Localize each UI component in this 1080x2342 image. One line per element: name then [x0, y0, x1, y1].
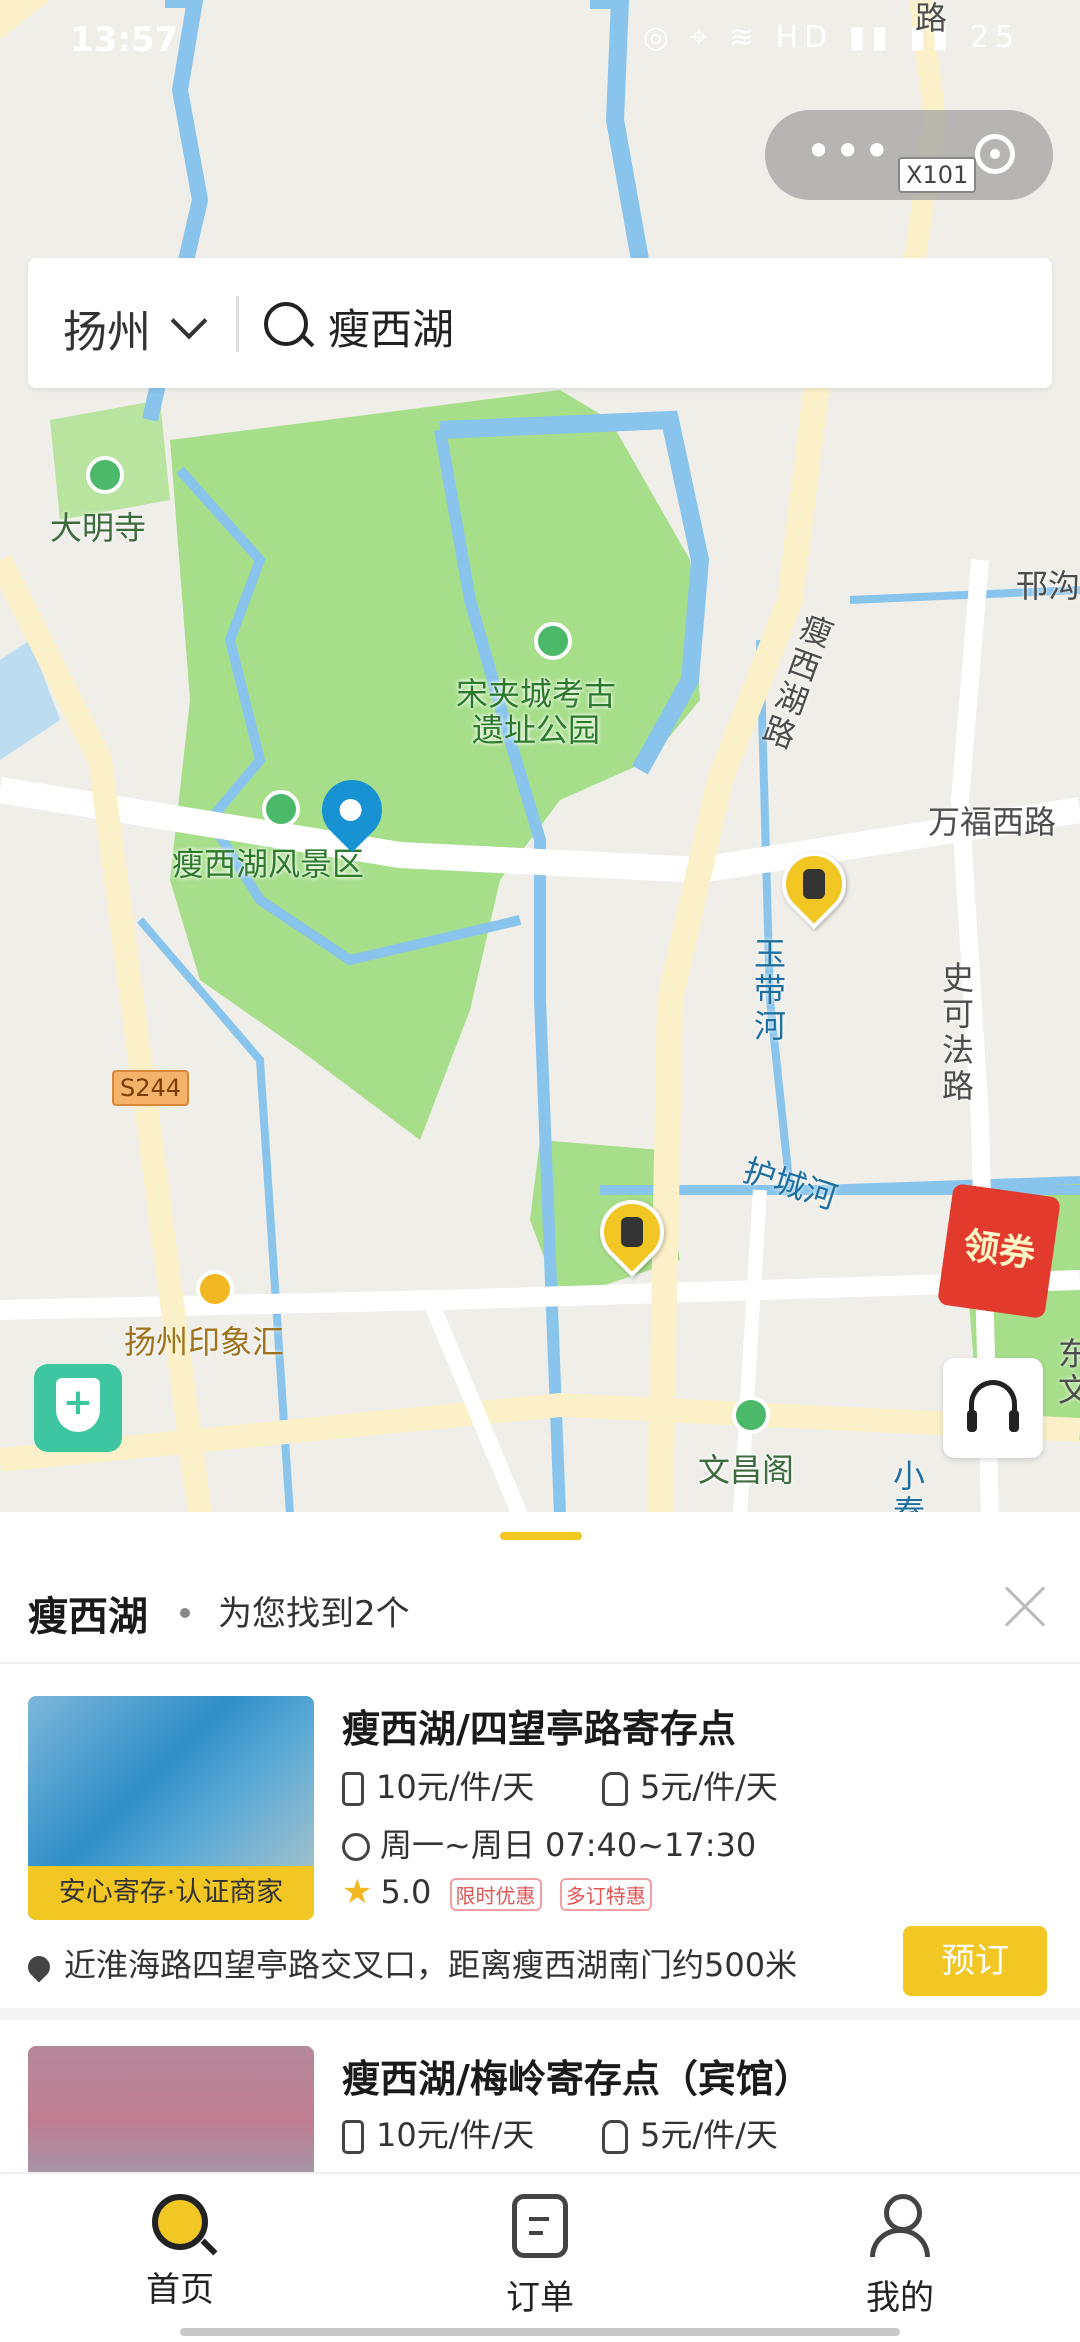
- map-label-song-ruins[interactable]: 宋夹城考古 遗址公园: [456, 676, 616, 748]
- book-button[interactable]: 预订: [903, 1926, 1047, 1996]
- camera-poi-icon[interactable]: [262, 790, 300, 828]
- hours-row: 周一~周日 07:40~17:30: [342, 1820, 756, 1866]
- map-label-handou-road: 邗沟: [1016, 567, 1080, 605]
- bag-price: 5元/件/天: [640, 2116, 778, 2154]
- user-icon: [870, 2194, 930, 2258]
- mall-poi-icon[interactable]: [196, 1270, 234, 1308]
- map-canvas: [0, 0, 1080, 1515]
- search-home-icon: [152, 2194, 208, 2250]
- backpack-icon: [602, 2120, 628, 2154]
- headset-left-icon: [967, 1410, 977, 1432]
- results-sheet[interactable]: 瘦西湖 为您找到2个 安心寄存·认证商家 瘦西湖/四望亭路寄存点 10元/件/天…: [0, 1512, 1080, 2196]
- chevron-down-icon[interactable]: [170, 302, 208, 340]
- certified-badge: 安心寄存·认证商家: [28, 1866, 314, 1920]
- tab-orders[interactable]: 订单: [440, 2194, 640, 2319]
- tab-me-label: 我的: [866, 2278, 934, 2318]
- luggage-price: 10元/件/天: [376, 2116, 535, 2154]
- map-label-shikefa-road: 史可法路: [941, 959, 974, 1105]
- tab-me[interactable]: 我的: [800, 2194, 1000, 2319]
- luggage-price: 10元/件/天: [376, 1768, 535, 1806]
- road-badge-s244: S244: [112, 1070, 190, 1106]
- star-icon: ★: [342, 1872, 373, 1912]
- luggage-icon: [342, 1772, 364, 1806]
- status-time: 13:57: [70, 20, 179, 60]
- rating-row: ★ 5.0 限时优惠 多订特惠: [342, 1872, 652, 1912]
- customer-service-button[interactable]: [943, 1358, 1043, 1458]
- bottom-tab-bar: 首页 订单 我的: [0, 2172, 1080, 2342]
- road-badge-x101: X101: [898, 157, 977, 193]
- camera-poi-icon[interactable]: [86, 456, 124, 494]
- park-poi-icon[interactable]: [534, 622, 572, 660]
- results-keyword: 瘦西湖: [28, 1594, 148, 1640]
- search-icon: [264, 302, 308, 346]
- map-label-daming-temple[interactable]: 大明寺: [50, 510, 146, 546]
- search-bar[interactable]: 扬州 瘦西湖: [28, 258, 1052, 388]
- tab-home[interactable]: 首页: [80, 2194, 280, 2311]
- store-address: 近淮海路四望亭路交叉口，距离瘦西湖南门约500米: [64, 1946, 798, 1984]
- home-indicator: [180, 2328, 900, 2336]
- shield-plus-icon: [56, 1378, 100, 1432]
- tab-home-label: 首页: [146, 2270, 214, 2310]
- result-card[interactable]: 安心寄存·认证商家 瘦西湖/四望亭路寄存点 10元/件/天 5元/件/天 周一~…: [0, 1672, 1080, 2020]
- close-miniprogram-icon[interactable]: [975, 134, 1015, 174]
- results-count: 为您找到2个: [218, 1594, 410, 1634]
- headset-right-icon: [1009, 1410, 1019, 1432]
- divider: [236, 296, 239, 352]
- map-label-road-top: 路: [915, 0, 948, 37]
- map-label-yudai-river: 玉带河: [753, 935, 786, 1045]
- luggage-icon: [342, 2120, 364, 2154]
- price-row: 10元/件/天 5元/件/天: [342, 1762, 778, 1808]
- location-icon: [23, 1951, 55, 1983]
- map-label-wanfu-road: 万福西路: [928, 803, 1057, 841]
- camera-poi-icon[interactable]: [732, 1396, 770, 1434]
- map-label-east: 东 文: [1058, 1335, 1080, 1409]
- backpack-icon: [602, 1772, 628, 1806]
- promo-tag: 多订特惠: [559, 1877, 652, 1911]
- order-icon: [512, 2194, 568, 2258]
- bag-price: 5元/件/天: [640, 1768, 778, 1806]
- coupon-button[interactable]: 领券: [937, 1183, 1061, 1319]
- insurance-shield-button[interactable]: [34, 1364, 122, 1452]
- close-icon[interactable]: [1000, 1582, 1050, 1632]
- store-name[interactable]: 瘦西湖/梅岭寄存点（宾馆）: [342, 2048, 812, 2103]
- map-label-yinxianghui[interactable]: 扬州印象汇: [124, 1324, 284, 1360]
- city-selector[interactable]: 扬州: [63, 296, 151, 360]
- price-row: 10元/件/天 5元/件/天: [342, 2110, 778, 2156]
- tab-orders-label: 订单: [506, 2278, 574, 2318]
- results-header: 瘦西湖 为您找到2个: [0, 1552, 1080, 1664]
- sheet-drag-handle[interactable]: [500, 1532, 582, 1540]
- separator-dot: [180, 1608, 190, 1618]
- address-row: 近淮海路四望亭路交叉口，距离瘦西湖南门约500米: [23, 1940, 798, 1986]
- more-menu-icon[interactable]: •••: [805, 128, 892, 174]
- clock-icon: [342, 1833, 370, 1861]
- result-card[interactable]: 瘦西湖/梅岭寄存点（宾馆） 10元/件/天 5元/件/天: [0, 2022, 1080, 2196]
- rating-value: 5.0: [380, 1873, 432, 1911]
- map-view[interactable]: 13:57 ◎ ⌖ ≋ HD ▮▮ ▮▮ 25 ••• X101 路 扬州 瘦西…: [0, 0, 1080, 1515]
- map-label-wenchang-pavilion[interactable]: 文昌阁: [698, 1452, 794, 1488]
- opening-hours: 周一~周日 07:40~17:30: [380, 1826, 757, 1864]
- map-label-xiaoqin: 小秦: [892, 1457, 925, 1515]
- store-photo[interactable]: 安心寄存·认证商家: [28, 1696, 314, 1920]
- store-name[interactable]: 瘦西湖/四望亭路寄存点: [342, 1698, 736, 1753]
- status-indicators: ◎ ⌖ ≋ HD ▮▮ ▮▮ 25: [642, 20, 1020, 55]
- promo-tag: 限时优惠: [449, 1877, 542, 1911]
- search-input[interactable]: 瘦西湖: [328, 296, 454, 357]
- map-label-scenic-area[interactable]: 瘦西湖风景区: [172, 846, 364, 882]
